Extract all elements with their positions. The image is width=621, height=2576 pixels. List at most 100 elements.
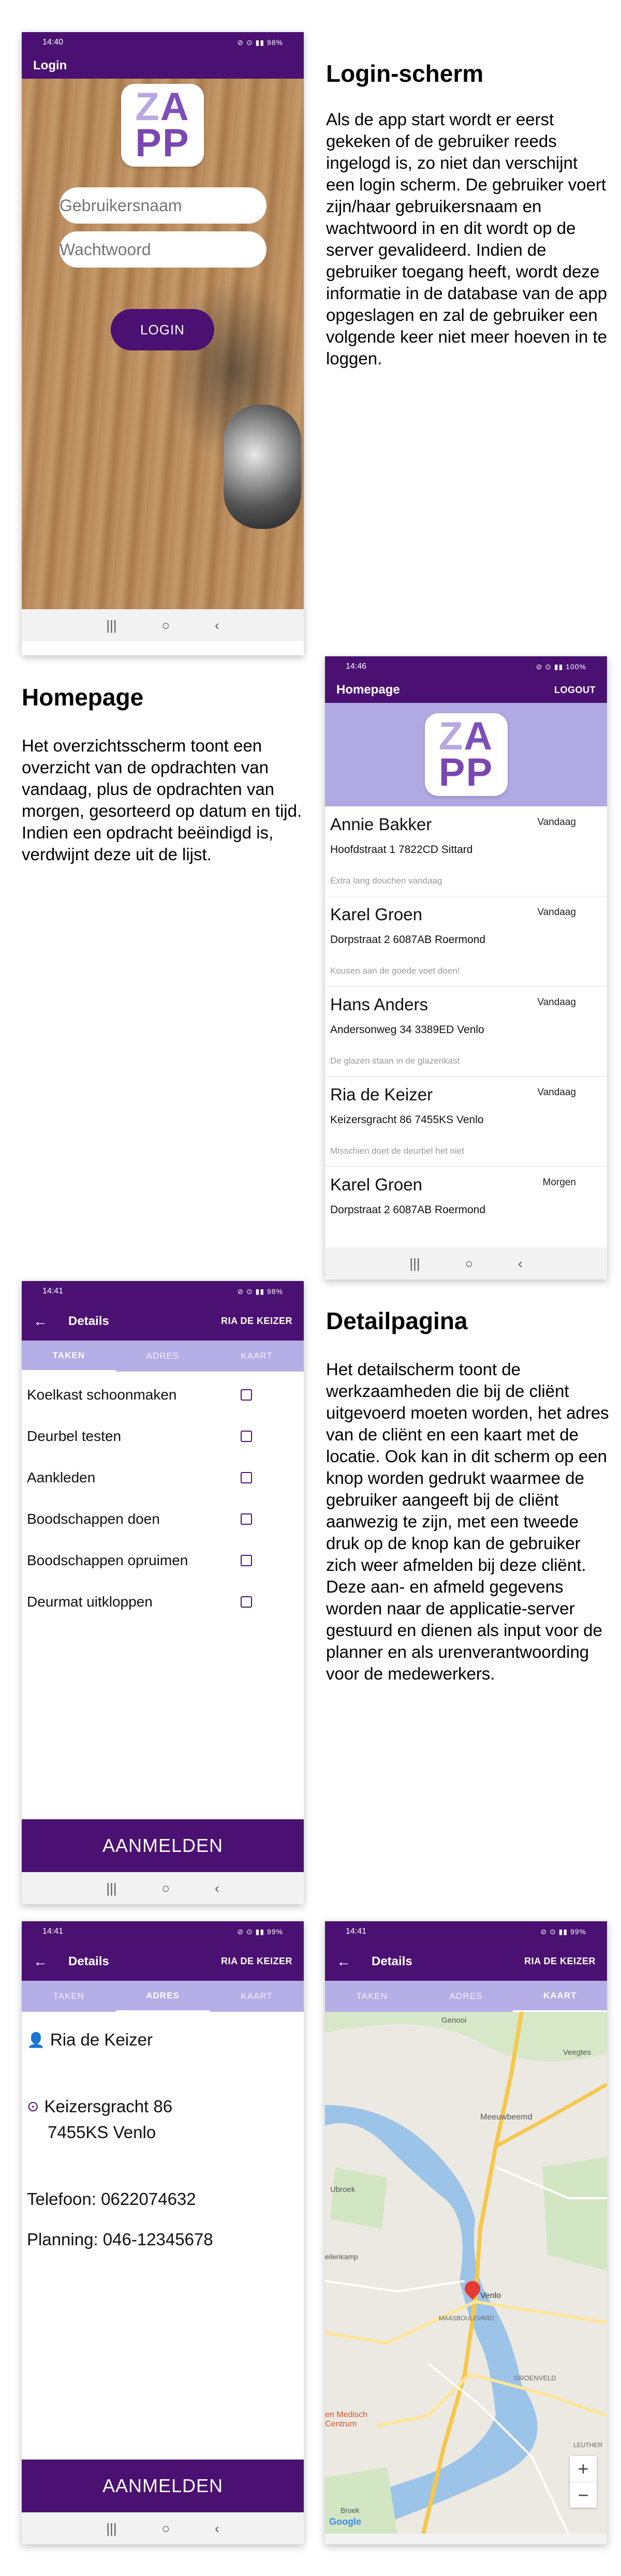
map-view[interactable]: Genooi Veegtes Meeuwbeemd Ubroek eilenka… [325, 2012, 607, 2534]
google-logo: Google [329, 2516, 361, 2527]
task-label: Boodschappen doen [27, 1511, 160, 1527]
tab-adres[interactable]: ADRES [115, 1981, 210, 2012]
logout-button[interactable]: LOGOUT [554, 685, 596, 696]
app-bar: Login [22, 53, 304, 79]
task-checkbox[interactable] [241, 1472, 252, 1483]
home-icon[interactable]: ○ [465, 2542, 473, 2545]
back-arrow-icon[interactable]: ← [33, 1953, 48, 1970]
tab-kaart[interactable]: KAART [210, 1981, 304, 2012]
recent-apps-icon[interactable]: ||| [409, 2542, 420, 2545]
client-address: Keizersgracht 86 7455KS Venlo [330, 1114, 484, 1126]
client-address-row[interactable]: ⊙ Keizersgracht 86 [27, 2094, 299, 2119]
task-checkbox[interactable] [241, 1555, 252, 1566]
zapp-logo: ZA PP [121, 84, 204, 167]
task-item[interactable]: Boodschappen doen [22, 1498, 304, 1540]
login-phone: 14:40 ⊘ ⊙ ▮▮ 98% Login ZA PP LOGIN ||| ○… [22, 32, 304, 655]
recent-apps-icon[interactable]: ||| [106, 617, 116, 634]
tab-kaart[interactable]: KAART [513, 1981, 607, 2012]
home-icon[interactable]: ○ [465, 1256, 473, 1272]
back-icon[interactable]: ‹ [215, 617, 219, 634]
android-nav-bar: ||| ○ ‹ [22, 609, 304, 641]
back-arrow-icon[interactable]: ← [33, 1313, 48, 1330]
list-item[interactable]: Karel Groen Dorpstraat 2 6087AB Roermond… [325, 896, 607, 987]
task-label: Deurmat uitkloppen [27, 1594, 153, 1610]
task-item[interactable]: Deurbel testen [22, 1416, 304, 1457]
map-label: LEUTHER [573, 2441, 603, 2449]
client-name: Ria de Keizer [50, 2030, 153, 2049]
client-address: Andersonweg 34 3389ED Venlo [330, 1024, 484, 1036]
client-note: De glazen staan in de glazenkast [330, 1056, 460, 1066]
map-label: eilenkamp [325, 2253, 358, 2261]
map-label: Broek [341, 2506, 360, 2514]
zoom-out-button[interactable]: − [570, 2482, 597, 2508]
username-input[interactable] [60, 187, 267, 224]
task-item[interactable]: Deurmat uitkloppen [22, 1581, 304, 1623]
home-icon[interactable]: ○ [161, 1880, 170, 1896]
status-icons: ⊘ ⊙ ▮▮ 98% [237, 38, 283, 47]
item-date: Vandaag [537, 1087, 576, 1098]
recent-apps-icon[interactable]: ||| [106, 1880, 116, 1896]
address-panel: 👤 Ria de Keizer ⊙ Keizersgracht 86 7455K… [22, 2012, 304, 2460]
aanmelden-button[interactable]: AANMELDEN [22, 1819, 304, 1872]
home-icon[interactable]: ○ [161, 2521, 170, 2537]
password-input[interactable] [60, 231, 267, 268]
app-bar: ← Details RIA DE KEIZER [325, 1942, 607, 1981]
map-label: en Medisch Centrum [325, 2410, 367, 2428]
tab-taken[interactable]: TAKEN [22, 1981, 116, 2012]
map-label: Ubroek [330, 2185, 356, 2194]
planning-phone[interactable]: Planning: 046-12345678 [22, 2225, 304, 2265]
back-icon[interactable]: ‹ [215, 2521, 219, 2537]
task-checkbox[interactable] [241, 1389, 252, 1401]
status-bar: 14:41 ⊘ ⊙ ▮▮ 99% [325, 1921, 607, 1942]
list-item[interactable]: Ria de Keizer Keizersgracht 86 7455KS Ve… [325, 1077, 607, 1167]
back-arrow-icon[interactable]: ← [336, 1953, 351, 1970]
app-title: Login [33, 58, 67, 72]
task-item[interactable]: Koelkast schoonmaken [22, 1374, 304, 1416]
android-nav-bar: ||| ○ ‹ [325, 1247, 607, 1279]
tab-taken[interactable]: TAKEN [22, 1341, 116, 1372]
tab-adres[interactable]: ADRES [116, 1341, 210, 1372]
recent-apps-icon[interactable]: ||| [409, 1256, 420, 1272]
status-time: 14:46 [346, 662, 367, 671]
task-item[interactable]: Aankleden [22, 1457, 304, 1498]
home-section-title: Homepage [22, 684, 144, 711]
app-title: Homepage [336, 683, 400, 697]
client-street: Keizersgracht 86 [44, 2097, 173, 2116]
tab-kaart[interactable]: KAART [210, 1341, 304, 1372]
client-name-row: 👤 Ria de Keizer [27, 2030, 299, 2050]
task-checkbox[interactable] [241, 1513, 252, 1525]
home-section-text: Het overzichtsscherm toont een overzicht… [22, 736, 302, 864]
back-icon[interactable]: ‹ [518, 1256, 523, 1272]
list-item[interactable]: Hans Anders Andersonweg 34 3389ED Venlo … [325, 987, 607, 1077]
client-name-header: RIA DE KEIZER [221, 1316, 292, 1326]
client-address: Hoofdstraat 1 7822CD Sittard [330, 844, 473, 856]
status-icons: ⊘ ⊙ ▮▮ 99% [237, 1927, 283, 1936]
zoom-in-button[interactable]: + [570, 2456, 597, 2482]
detail-section-title: Detailpagina [326, 1307, 468, 1334]
task-checkbox[interactable] [241, 1431, 252, 1442]
status-bar: 14:40 ⊘ ⊙ ▮▮ 98% [22, 32, 304, 53]
client-phone[interactable]: Telefoon: 0622074632 [22, 2161, 304, 2225]
task-checkbox[interactable] [241, 1596, 252, 1608]
task-list: Koelkast schoonmaken Deurbel testen Aank… [22, 1372, 304, 1819]
login-button[interactable]: LOGIN [111, 309, 214, 350]
details-address-phone: 14:41 ⊘ ⊙ ▮▮ 99% ← Details RIA DE KEIZER… [22, 1921, 304, 2544]
aanmelden-button[interactable]: AANMELDEN [22, 2460, 304, 2512]
app-bar: ← Details RIA DE KEIZER [22, 1302, 304, 1341]
status-time: 14:40 [42, 38, 64, 47]
tab-taken[interactable]: TAKEN [325, 1981, 419, 2012]
location-pin-icon: ⊙ [27, 2098, 39, 2114]
tab-adres[interactable]: ADRES [419, 1981, 513, 2012]
status-icons: ⊘ ⊙ ▮▮ 99% [540, 1927, 586, 1936]
client-note: Misschien doet de deurbel het niet [330, 1146, 464, 1156]
back-icon[interactable]: ‹ [215, 1880, 219, 1896]
recent-apps-icon[interactable]: ||| [106, 2521, 116, 2537]
list-item[interactable]: Karel Groen Dorpstraat 2 6087AB Roermond… [325, 1167, 607, 1247]
back-icon[interactable]: ‹ [518, 2542, 523, 2545]
home-icon[interactable]: ○ [161, 617, 170, 634]
login-background-image: ZA PP LOGIN [22, 79, 304, 609]
task-item[interactable]: Boodschappen opruimen [22, 1540, 304, 1581]
map-label: Genooi [441, 2016, 467, 2025]
task-label: Deurbel testen [27, 1428, 122, 1444]
list-item[interactable]: Annie Bakker Hoofdstraat 1 7822CD Sittar… [325, 806, 607, 896]
